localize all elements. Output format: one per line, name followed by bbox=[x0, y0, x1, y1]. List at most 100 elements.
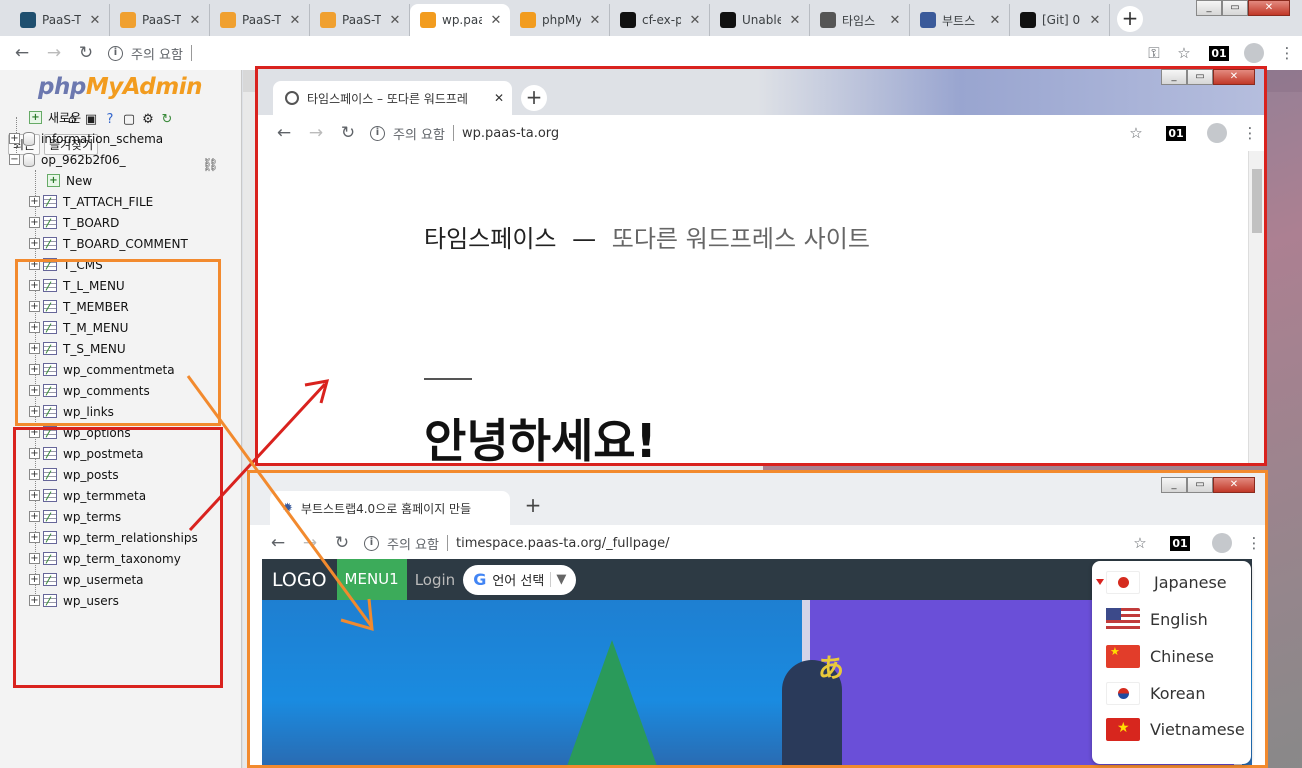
forward-icon[interactable]: → bbox=[294, 533, 326, 553]
back-icon[interactable]: ← bbox=[262, 533, 294, 553]
language-option-jp[interactable]: Japanese bbox=[1106, 571, 1227, 594]
reload-nav-icon[interactable]: ↻ bbox=[159, 112, 175, 128]
expand-icon[interactable]: + bbox=[9, 133, 20, 144]
back-icon[interactable]: ← bbox=[6, 43, 38, 63]
close-tab-icon[interactable]: ✕ bbox=[1087, 13, 1103, 28]
bookmark-star-icon[interactable]: ☆ bbox=[1122, 534, 1158, 552]
extension-01-icon[interactable]: 01 bbox=[1154, 125, 1198, 141]
menu-kebab-icon[interactable]: ⋮ bbox=[1242, 534, 1265, 552]
outer-tab[interactable]: phpMy ✕ bbox=[510, 4, 610, 36]
maximize-icon[interactable]: ▭ bbox=[1187, 69, 1213, 85]
close-tab-icon[interactable]: ✕ bbox=[687, 13, 703, 28]
close-tab-icon[interactable]: ✕ bbox=[987, 13, 1003, 28]
profile-avatar[interactable] bbox=[1198, 123, 1236, 143]
site-title-link[interactable]: 타임스페이스 bbox=[424, 225, 556, 253]
outer-tab[interactable]: PaaS-T ✕ bbox=[210, 4, 310, 36]
nav-logo[interactable]: LOGO bbox=[262, 569, 337, 591]
outer-tab[interactable]: PaaS-T ✕ bbox=[110, 4, 210, 36]
info-icon[interactable]: i bbox=[108, 45, 123, 61]
tree-table[interactable]: + T_ATTACH_FILE bbox=[29, 191, 153, 212]
window2-new-tab-button[interactable]: + bbox=[520, 493, 546, 519]
link-icon[interactable]: ⛓ bbox=[202, 158, 219, 173]
close-tab-icon[interactable]: ✕ bbox=[587, 13, 603, 28]
forward-icon[interactable]: → bbox=[38, 43, 70, 63]
reload-icon[interactable]: ↻ bbox=[332, 123, 364, 143]
profile-avatar[interactable] bbox=[1202, 533, 1242, 553]
info-icon[interactable]: i bbox=[364, 535, 379, 551]
close-tab-icon[interactable]: ✕ bbox=[488, 13, 504, 28]
info-icon[interactable]: i bbox=[370, 125, 385, 141]
site-title[interactable]: 타임스페이스 — 또다른 워드프레스 사이트 bbox=[424, 219, 870, 254]
minimize-icon[interactable]: _ bbox=[1161, 477, 1187, 493]
collapse-icon[interactable]: − bbox=[9, 154, 20, 165]
outer-tab[interactable]: PaaS-T ✕ bbox=[10, 4, 110, 36]
back-icon[interactable]: ← bbox=[268, 123, 300, 143]
nav-menu1[interactable]: MENU1 bbox=[336, 559, 407, 600]
help-icon[interactable]: ? bbox=[102, 112, 118, 128]
reload-icon[interactable]: ↻ bbox=[326, 533, 358, 553]
outer-tab[interactable]: 부트스 ✕ bbox=[910, 4, 1010, 36]
tree-new-database[interactable]: + 새로운 bbox=[29, 107, 81, 128]
window1-tab[interactable]: 타임스페이스 – 또다른 워드프레 ✕ bbox=[273, 81, 512, 115]
expand-icon[interactable]: + bbox=[29, 217, 40, 228]
close-tab-icon[interactable]: ✕ bbox=[494, 91, 504, 105]
extension-01-icon[interactable]: 01 bbox=[1158, 535, 1202, 551]
menu-kebab-icon[interactable]: ⋮ bbox=[1236, 124, 1264, 142]
extension-01-icon[interactable]: 01 bbox=[1202, 45, 1236, 61]
close-window-icon[interactable]: ✕ bbox=[1213, 69, 1255, 85]
outer-tab[interactable]: PaaS-T ✕ bbox=[310, 4, 410, 36]
close-tab-icon[interactable]: ✕ bbox=[787, 13, 803, 28]
close-window-icon[interactable]: ✕ bbox=[1248, 0, 1290, 16]
close-tab-icon[interactable]: ✕ bbox=[387, 13, 403, 28]
window1-new-tab-button[interactable]: + bbox=[521, 85, 547, 111]
language-option-cn[interactable]: Chinese bbox=[1106, 645, 1214, 668]
scrollbar-thumb[interactable] bbox=[1252, 169, 1262, 233]
post-title[interactable]: 안녕하세요! bbox=[424, 405, 657, 463]
window1-scrollbar[interactable] bbox=[1248, 151, 1264, 463]
outer-tab[interactable]: 타임스 ✕ bbox=[810, 4, 910, 36]
bookmark-star-icon[interactable]: ☆ bbox=[1118, 124, 1154, 142]
expand-icon[interactable]: + bbox=[29, 196, 40, 207]
settings-gear-icon[interactable]: ⚙ bbox=[140, 112, 156, 128]
docs-icon[interactable]: ▢ bbox=[121, 112, 137, 128]
tree-new-table[interactable]: + New bbox=[47, 170, 92, 191]
menu-kebab-icon[interactable]: ⋮ bbox=[1272, 44, 1302, 62]
maximize-icon[interactable]: ▭ bbox=[1187, 477, 1213, 493]
maximize-icon[interactable]: ▭ bbox=[1222, 0, 1248, 16]
logout-icon[interactable]: ▣ bbox=[83, 112, 99, 128]
language-option-us[interactable]: English bbox=[1106, 608, 1208, 631]
language-option-vn[interactable]: Vietnamese bbox=[1106, 718, 1245, 741]
outer-tab[interactable]: Unable ✕ bbox=[710, 4, 810, 36]
window1-address-field[interactable]: i 주의 요함 wp.paas-ta.org bbox=[370, 124, 559, 143]
window2-tab[interactable]: ✹ 부트스트랩4.0으로 홈페이지 만들 bbox=[270, 491, 510, 525]
database-label: information_schema bbox=[41, 131, 164, 146]
key-icon[interactable]: ⚿ bbox=[1142, 44, 1166, 62]
outer-tab[interactable]: cf-ex-p ✕ bbox=[610, 4, 710, 36]
close-tab-icon[interactable]: ✕ bbox=[87, 13, 103, 28]
phpmyadmin-logo[interactable]: phpMyAdmin bbox=[38, 74, 202, 100]
minimize-icon[interactable]: _ bbox=[1196, 0, 1222, 16]
close-window-icon[interactable]: ✕ bbox=[1213, 477, 1255, 493]
new-tab-button[interactable]: + bbox=[1117, 6, 1143, 32]
bookmark-star-icon[interactable]: ☆ bbox=[1166, 44, 1202, 62]
language-select[interactable]: G 언어 선택 ▼ bbox=[463, 564, 577, 595]
outer-tab[interactable]: wp.paa ✕ bbox=[410, 4, 510, 36]
reload-icon[interactable]: ↻ bbox=[70, 43, 102, 63]
tree-database[interactable]: + information_schema bbox=[9, 128, 163, 149]
forward-icon[interactable]: → bbox=[300, 123, 332, 143]
window2-address-field[interactable]: i 주의 요함 timespace.paas-ta.org/_fullpage/ bbox=[364, 534, 670, 553]
close-tab-icon[interactable]: ✕ bbox=[287, 13, 303, 28]
tree-table[interactable]: + T_BOARD_COMMENT bbox=[29, 233, 188, 254]
language-option-label: Vietnamese bbox=[1150, 720, 1245, 739]
outer-tab[interactable]: [Git] 0 ✕ bbox=[1010, 4, 1110, 36]
language-option-kr[interactable]: Korean bbox=[1106, 682, 1206, 705]
tree-database[interactable]: − op_962b2f06_ bbox=[9, 149, 126, 170]
expand-icon[interactable]: + bbox=[29, 238, 40, 249]
minimize-icon[interactable]: _ bbox=[1161, 69, 1187, 85]
nav-login[interactable]: Login bbox=[407, 571, 463, 589]
close-tab-icon[interactable]: ✕ bbox=[187, 13, 203, 28]
tree-table[interactable]: + T_BOARD bbox=[29, 212, 119, 233]
profile-avatar[interactable] bbox=[1236, 43, 1272, 63]
address-field[interactable]: i 주의 요함 bbox=[108, 44, 192, 63]
close-tab-icon[interactable]: ✕ bbox=[887, 13, 903, 28]
